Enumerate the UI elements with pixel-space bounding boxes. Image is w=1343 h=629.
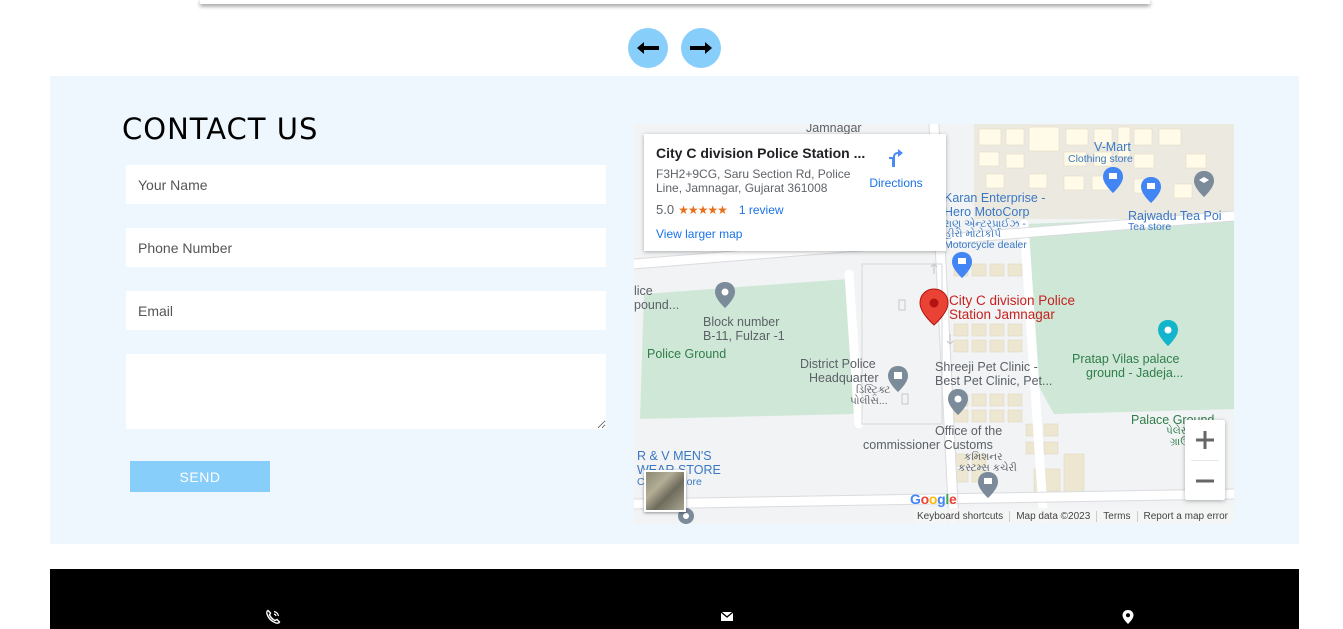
place-info-card: City C division Police Station ... F3H2+… xyxy=(644,134,946,251)
place-rating-row: 5.0 ★★★★★ 1 review xyxy=(656,202,934,217)
directions-button[interactable]: Directions xyxy=(866,147,926,190)
map-label-district-2: Headquarter xyxy=(809,371,879,385)
message-textarea[interactable] xyxy=(126,354,606,429)
map-label-v-mart: V-Mart xyxy=(1094,140,1131,154)
map-label-station-1: City C division Police xyxy=(949,293,1076,308)
map-label-rv-1: R & V MEN'S xyxy=(637,449,712,463)
send-button[interactable]: SEND xyxy=(130,461,270,492)
email-input[interactable] xyxy=(126,291,606,330)
page: CONTACT US SEND xyxy=(0,0,1343,629)
contact-section: CONTACT US SEND xyxy=(50,76,1299,544)
map-data-text: Map data ©2023 xyxy=(1009,510,1096,522)
keyboard-shortcuts-link[interactable]: Keyboard shortcuts xyxy=(911,511,1009,522)
map-label-shreeji-1: Shreeji Pet Clinic - xyxy=(935,360,1038,374)
directions-label: Directions xyxy=(869,176,923,190)
map-label-pratap-2: ground - Jadeja... xyxy=(1086,366,1184,380)
rating-value: 5.0 xyxy=(656,202,675,217)
arrow-right-icon xyxy=(690,42,712,54)
map-label-tea-store: Tea store xyxy=(1128,221,1172,233)
carousel-panel xyxy=(200,0,1150,4)
map-label-district-guj-2: પોલીસ... xyxy=(850,395,888,407)
place-address: F3H2+9CG, Saru Section Rd, Police Line, … xyxy=(656,167,851,195)
map-label-karan-1: Karan Enterprise - xyxy=(944,191,1046,205)
map-footer: Keyboard shortcuts Map data ©2023 Terms … xyxy=(914,508,1234,524)
map-label-block-1: Block number xyxy=(703,315,780,329)
terms-link[interactable]: Terms xyxy=(1096,510,1136,522)
plus-icon xyxy=(1196,431,1214,449)
map-label-clothing: Clothing store xyxy=(1068,153,1133,165)
map-label-karan-2: Hero MotoCorp xyxy=(944,205,1030,219)
embedded-map[interactable]: Jamnagar V-Mart Clothing store Karan Ent… xyxy=(634,124,1234,524)
carousel-next-button[interactable] xyxy=(681,28,721,68)
carousel-prev-button[interactable] xyxy=(628,28,668,68)
map-label-shreeji-2: Best Pet Clinic, Pet... xyxy=(935,374,1053,388)
report-error-link[interactable]: Report a map error xyxy=(1136,510,1234,522)
map-label-office-1: Office of the xyxy=(935,424,1003,438)
map-label-office-guj-2: કસ્ટમ્સ કચેરી xyxy=(958,462,1017,474)
map-label-block-2: B-11, Fulzar -1 xyxy=(703,329,785,343)
minus-icon xyxy=(1196,479,1214,483)
location-pin-icon[interactable] xyxy=(1121,609,1135,625)
review-link[interactable]: 1 review xyxy=(739,203,784,217)
site-footer xyxy=(50,569,1299,629)
zoom-in-button[interactable] xyxy=(1185,420,1225,460)
rating-stars: ★★★★★ xyxy=(678,202,728,217)
phone-icon[interactable] xyxy=(265,609,281,625)
map-label-police-ground: Police Ground xyxy=(647,347,727,361)
map-label-lice-2: pound... xyxy=(634,298,680,312)
zoom-out-button[interactable] xyxy=(1185,461,1225,501)
mail-icon[interactable] xyxy=(720,609,734,623)
arrow-left-icon xyxy=(637,42,659,54)
directions-icon xyxy=(889,149,903,167)
view-larger-map-link[interactable]: View larger map xyxy=(656,227,934,241)
map-label-moto: Motorcycle dealer xyxy=(944,239,1027,251)
map-label-district-1: District Police xyxy=(800,357,876,371)
name-input[interactable] xyxy=(126,165,606,204)
map-label-lice-1: lice xyxy=(634,284,653,298)
map-label-station-2: Station Jamnagar xyxy=(949,307,1055,322)
phone-input[interactable] xyxy=(126,228,606,267)
contact-title: CONTACT US xyxy=(122,112,319,146)
google-logo: Google xyxy=(910,491,957,507)
map-label-pratap-1: Pratap Vilas palace xyxy=(1072,352,1180,366)
satellite-toggle-thumbnail[interactable] xyxy=(644,470,686,512)
zoom-controls xyxy=(1185,420,1225,500)
map-label-office-2: commissioner Customs xyxy=(863,438,993,452)
